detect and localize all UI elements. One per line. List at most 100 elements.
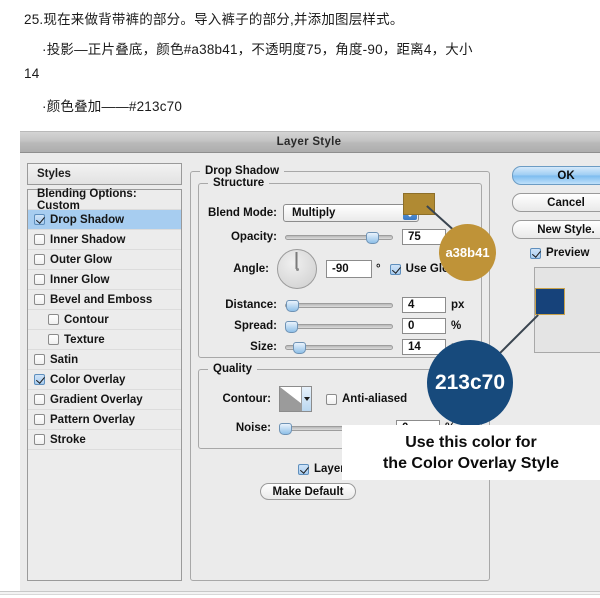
style-list-item-label: Satin (50, 353, 79, 366)
blend-mode-select[interactable]: Multiply (283, 204, 419, 222)
angle-input[interactable]: -90 (326, 260, 372, 278)
new-style-button-label: New Style. (537, 223, 595, 236)
slider-track (285, 303, 393, 308)
chevron-down-icon[interactable] (301, 387, 311, 411)
dialog-bottom-divider (0, 591, 600, 595)
style-list-item-bevel-and-emboss[interactable]: Bevel and Emboss (28, 290, 181, 310)
opacity-label: Opacity: (230, 231, 277, 243)
preview-checkbox[interactable]: Preview (530, 247, 589, 259)
blue-annotation-label: 213c70 (434, 371, 506, 394)
style-list-item-label: Inner Glow (50, 273, 110, 286)
blend-mode-label: Blend Mode: (208, 207, 277, 219)
tutorial-line-2: ·投影—正片叠底，颜色#a38b41，不透明度75，角度-90，距离4，大小 (42, 42, 473, 57)
callout-line-1: Use this color for (405, 433, 537, 451)
checkbox-icon[interactable] (34, 274, 45, 285)
tutorial-line-2b: 14 (24, 66, 40, 81)
style-list-item-label: Stroke (50, 433, 86, 446)
checkbox-icon (389, 263, 401, 275)
anti-aliased-label: Anti-aliased (342, 393, 408, 405)
style-list-item-texture[interactable]: Texture (28, 330, 181, 350)
shadow-color-swatch[interactable] (403, 193, 435, 215)
tutorial-line-3: ·颜色叠加——#213c70 (42, 99, 183, 114)
styles-list[interactable]: Blending Options: Custom Drop Shadow Inner… (27, 187, 182, 581)
spread-input[interactable]: 0 (402, 318, 446, 334)
structure-group-title: Structure (208, 177, 270, 189)
spread-label: Spread: (234, 320, 277, 332)
cancel-button-label: Cancel (547, 196, 585, 209)
quality-group-title: Quality (208, 363, 257, 375)
slider-thumb[interactable] (279, 423, 292, 435)
checkbox-icon[interactable] (34, 294, 45, 305)
checkbox-icon[interactable] (34, 414, 45, 425)
checkbox-icon[interactable] (34, 214, 45, 225)
checkbox-icon[interactable] (34, 354, 45, 365)
distance-label: Distance: (225, 299, 277, 311)
size-slider[interactable] (285, 342, 393, 354)
style-list-item-label: Inner Shadow (50, 233, 126, 246)
dial-needle (296, 252, 298, 269)
style-list-item-inner-glow[interactable]: Inner Glow (28, 270, 181, 290)
style-list-item-gradient-overlay[interactable]: Gradient Overlay (28, 390, 181, 410)
make-default-label: Make Default (272, 485, 344, 498)
style-list-item-satin[interactable]: Satin (28, 350, 181, 370)
checkbox-icon[interactable] (48, 314, 59, 325)
color-overlay-swatch[interactable] (535, 288, 565, 315)
gold-annotation-circle: a38b41 (439, 224, 496, 281)
style-list-item-pattern-overlay[interactable]: Pattern Overlay (28, 410, 181, 430)
style-list-spacer (28, 450, 181, 472)
dialog-titlebar[interactable]: Layer Style (20, 132, 600, 153)
angle-dial[interactable] (277, 249, 317, 289)
blue-annotation-circle: 213c70 (427, 340, 513, 426)
style-list-item-drop-shadow[interactable]: Drop Shadow (28, 210, 181, 230)
checkbox-icon[interactable] (34, 394, 45, 405)
style-list-item-label: Texture (64, 333, 105, 346)
opacity-slider[interactable] (285, 232, 393, 244)
preview-label: Preview (546, 247, 590, 259)
noise-label: Noise: (235, 422, 271, 434)
slider-track (285, 324, 393, 329)
size-value: 14 (408, 341, 421, 353)
spread-slider[interactable] (285, 321, 393, 333)
contour-preset-button[interactable] (279, 386, 312, 412)
style-list-item-outer-glow[interactable]: Outer Glow (28, 250, 181, 270)
new-style-button[interactable]: New Style. (512, 220, 600, 239)
style-list-item-label: Blending Options: Custom (37, 187, 137, 212)
checkbox-icon (326, 393, 337, 405)
spread-unit: % (451, 320, 462, 332)
contour-label: Contour: (222, 393, 271, 405)
style-list-item-contour[interactable]: Contour (28, 310, 181, 330)
make-default-button[interactable]: Make Default (260, 483, 356, 500)
blend-mode-value: Multiply (292, 207, 336, 219)
checkbox-icon[interactable] (34, 254, 45, 265)
opacity-input[interactable]: 75 (402, 229, 446, 245)
slider-thumb[interactable] (286, 300, 300, 312)
checkbox-icon[interactable] (48, 334, 59, 345)
distance-input[interactable]: 4 (402, 297, 446, 313)
layer-style-dialog: Layer Style Styles Blending Options: Cus… (20, 131, 600, 592)
spread-value: 0 (408, 320, 415, 332)
dialog-body: Styles Blending Options: Custom Drop Shad… (20, 153, 600, 592)
style-list-item-inner-shadow[interactable]: Inner Shadow (28, 230, 181, 250)
slider-thumb[interactable] (366, 232, 379, 244)
angle-label: Angle: (233, 263, 269, 275)
checkbox-icon[interactable] (34, 234, 45, 245)
ok-button-label: OK (557, 169, 575, 182)
checkbox-icon[interactable] (34, 434, 45, 445)
ok-button[interactable]: OK (512, 166, 600, 185)
cancel-button[interactable]: Cancel (512, 193, 600, 212)
anti-aliased-checkbox[interactable]: Anti-aliased (326, 393, 407, 405)
style-list-item-label: Drop Shadow (50, 213, 125, 226)
styles-header[interactable]: Styles (27, 163, 182, 185)
distance-slider[interactable] (285, 300, 393, 312)
style-list-item-stroke[interactable]: Stroke (28, 430, 181, 450)
checkbox-icon[interactable] (34, 374, 45, 385)
tutorial-line-1: 25.现在来做背带裤的部分。导入裤子的部分,并添加图层样式。 (24, 12, 404, 27)
slider-thumb[interactable] (285, 321, 298, 333)
distance-unit: px (451, 299, 465, 311)
dialog-buttons-panel: OK Cancel New Style. Preview (498, 163, 600, 581)
slider-thumb[interactable] (292, 342, 306, 354)
style-list-item-blending-options-custom[interactable]: Blending Options: Custom (28, 187, 181, 212)
styles-header-label: Styles (37, 168, 71, 180)
checkbox-icon (298, 463, 309, 475)
style-list-item-color-overlay[interactable]: Color Overlay (28, 370, 181, 390)
